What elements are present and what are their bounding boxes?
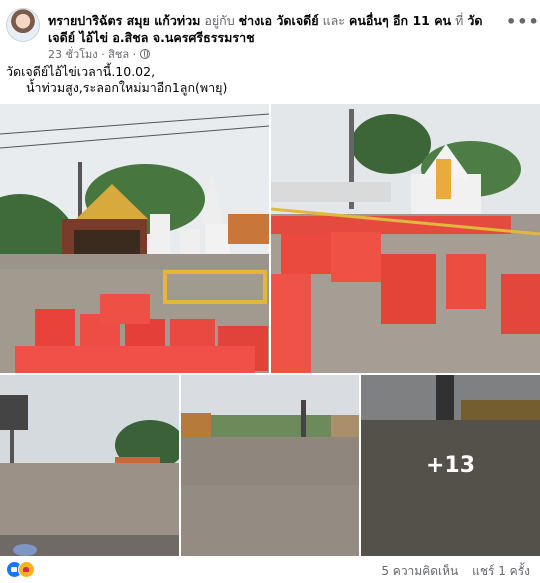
post-header: ทรายปาริฉัตร สมุย แก้วท่วม อยู่กับ ช่างเ… — [6, 8, 539, 61]
photo-1[interactable] — [0, 104, 269, 373]
engagement-stats: 5 ความคิดเห็น แชร์ 1 ครั้ง — [381, 562, 530, 581]
post-text-line-2: น้ำท่วมสูง,ระลอกใหม่มาอีก1ลูก(พายุ) — [26, 80, 228, 95]
comments-count[interactable]: 5 ความคิดเห็น — [381, 564, 458, 578]
photo-2[interactable] — [271, 104, 540, 373]
author-avatar[interactable] — [6, 8, 40, 42]
tagged-person[interactable]: ช่างเอ วัดเจดีย์ — [239, 13, 319, 28]
post-text: วัดเจดีย์ไอ้ไข่เวลานี้.10.02, น้ำท่วมสูง… — [6, 64, 506, 96]
author-name[interactable]: ทรายปาริฉัตร สมุย แก้วท่วม — [48, 13, 200, 28]
photo-4[interactable] — [181, 375, 359, 556]
post-footer: 5 ความคิดเห็น แชร์ 1 ครั้ง — [6, 560, 536, 580]
post-time[interactable]: 23 ชั่วโมง — [48, 48, 98, 61]
post-text-line-1: วัดเจดีย์ไอ้ไข่เวลานี้.10.02, — [6, 64, 156, 79]
shares-count[interactable]: แชร์ 1 ครั้ง — [472, 564, 530, 578]
photo-3[interactable] — [0, 375, 179, 556]
more-options-button[interactable]: ••• — [506, 12, 539, 32]
more-photos-count: +13 — [425, 453, 476, 478]
and-word: และ — [322, 13, 346, 28]
globe-icon — [139, 49, 150, 59]
photo-grid: +13 — [0, 104, 540, 556]
facebook-post: ทรายปาริฉัตร สมุย แก้วท่วม อยู่กับ ช่างเ… — [0, 0, 540, 583]
tagged-others[interactable]: คนอื่นๆ อีก 11 คน — [349, 13, 451, 28]
post-place: สิชล — [108, 48, 130, 61]
meta-separator: · — [101, 48, 105, 61]
post-meta: 23 ชั่วโมง · สิชล · — [48, 48, 150, 62]
post-author-line: ทรายปาริฉัตร สมุย แก้วท่วม อยู่กับ ช่างเ… — [48, 12, 496, 46]
photo-5-more[interactable]: +13 — [361, 375, 540, 556]
at-word: ที่ — [455, 13, 464, 28]
meta-separator-2: · — [132, 48, 137, 61]
care-icon — [18, 561, 35, 578]
with-word: อยู่กับ — [204, 13, 235, 28]
